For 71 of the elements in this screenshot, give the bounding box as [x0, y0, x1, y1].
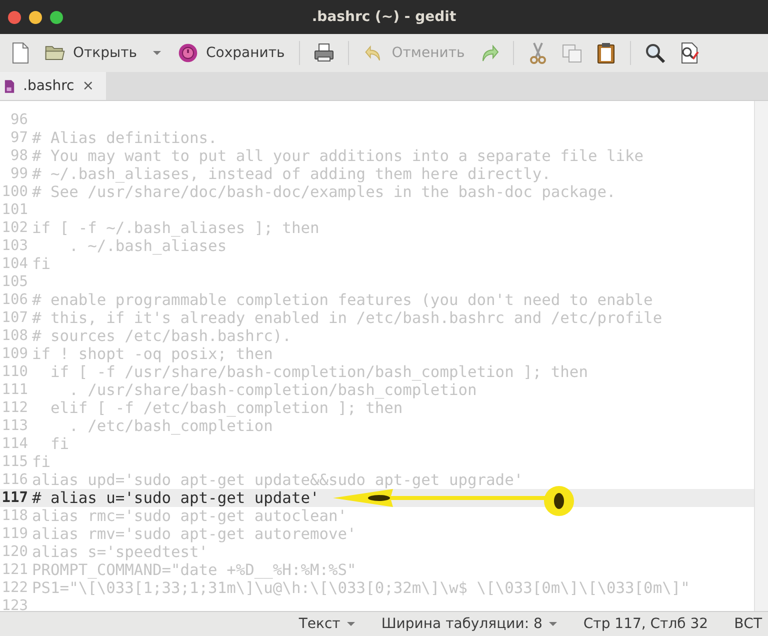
- code-line: if ! shopt -oq posix; then: [32, 345, 273, 363]
- code-line: # Alias definitions.: [32, 129, 218, 147]
- line-number: 111: [0, 381, 29, 399]
- line-number: 114: [0, 435, 29, 453]
- code-line: # enable programmable completion features (you don't need to enable: [32, 291, 653, 309]
- save-button[interactable]: Сохранить: [172, 38, 289, 68]
- close-tab-button[interactable]: ×: [82, 78, 94, 94]
- line-number: 122: [0, 579, 29, 597]
- code-line: alias s='speedtest': [32, 543, 208, 561]
- code-line: . /etc/bash_completion: [68, 417, 273, 435]
- code-line: # You may want to put all your additions into a separate file like: [32, 147, 644, 165]
- code-line: fi: [50, 435, 70, 453]
- line-number: 118: [0, 507, 29, 525]
- code-line: if [ -f /usr/share/bash-completion/bash_completion ]; then: [50, 363, 588, 381]
- line-number: 104: [0, 255, 29, 273]
- line-number: 116: [0, 471, 29, 489]
- line-number: 99: [10, 165, 29, 183]
- line-number: 121: [0, 561, 29, 579]
- code-line: alias upd='sudo apt-get update&&sudo apt-get upgrade': [32, 471, 524, 489]
- code-line: alias rmv='sudo apt-get autoremove': [32, 525, 356, 543]
- line-number: 100: [0, 183, 29, 201]
- status-text: ВСТ: [734, 616, 762, 632]
- code-line: # ~/.bash_aliases, instead of adding them here directly.: [32, 165, 551, 183]
- save-icon: [176, 42, 199, 64]
- line-number: 108: [0, 327, 29, 345]
- code-line: # alias u='sudo apt-get update': [32, 489, 320, 507]
- line-number: 96: [10, 111, 29, 129]
- line-number: 103: [0, 237, 29, 255]
- line-number: 113: [0, 417, 29, 435]
- line-number: 106: [0, 291, 29, 309]
- line-number: 117: [0, 489, 29, 507]
- line-number: 101: [0, 201, 29, 219]
- code-line: if [ -f ~/.bash_aliases ]; then: [32, 219, 320, 237]
- caret-icon: [549, 622, 558, 626]
- status-menu[interactable]: Ширина табуляции: 8: [381, 616, 558, 632]
- code-line: fi: [32, 453, 51, 471]
- line-number: 112: [0, 399, 29, 417]
- close-window-button[interactable]: [8, 10, 21, 24]
- line-number: 123: [0, 597, 29, 611]
- code-line: alias rmc='sudo apt-get autoclean': [32, 507, 348, 525]
- code-line: # See /usr/share/doc/bash-doc/examples in the bash-doc package.: [32, 183, 616, 201]
- scrollbar[interactable]: [754, 101, 768, 611]
- window-title: .bashrc (~) - gedit: [310, 9, 458, 25]
- line-number: 110: [0, 363, 29, 381]
- code-line: . ~/.bash_aliases: [68, 237, 227, 255]
- minimize-window-button[interactable]: [29, 10, 42, 24]
- code-line: elif [ -f /etc/bash_completion ]; then: [50, 399, 403, 417]
- code-line: PROMPT_COMMAND="date +%D__%H:%M:%S": [32, 561, 356, 579]
- line-number: 115: [0, 453, 29, 471]
- tab-title: .bashrc: [23, 78, 74, 94]
- line-number: 119: [0, 525, 29, 543]
- code-line: # sources /etc/bash.bashrc).: [32, 327, 292, 345]
- open-button[interactable]: Открыть: [40, 38, 141, 68]
- maximize-window-button[interactable]: [50, 10, 63, 24]
- code-line: fi: [32, 255, 51, 273]
- line-number: 107: [0, 309, 29, 327]
- code-line: . /usr/share/bash-completion/bash_completion: [68, 381, 477, 399]
- status-menu[interactable]: Текст: [298, 616, 356, 632]
- caret-icon: [347, 622, 356, 626]
- line-number: 109: [0, 345, 29, 363]
- code-line: PS1="\[\033[1;33;1;31m\]\u@\h:\[\033[0;32m\]\w$ \[\033[0m\]\[\033[0m\]": [32, 579, 690, 597]
- code-line: # this, if it's already enabled in /etc/bash.bashrc and /etc/profile: [32, 309, 662, 327]
- status-text: Стр 117, Стлб 32: [583, 616, 708, 632]
- line-number: 97: [10, 129, 29, 147]
- document-tab[interactable]: .bashrc ×: [0, 72, 106, 100]
- line-number: 98: [10, 147, 29, 165]
- file-icon: [4, 78, 15, 94]
- line-number: 105: [0, 273, 29, 291]
- line-number: 102: [0, 219, 29, 237]
- dropdown-caret-icon[interactable]: [152, 51, 161, 55]
- line-number: 120: [0, 543, 29, 561]
